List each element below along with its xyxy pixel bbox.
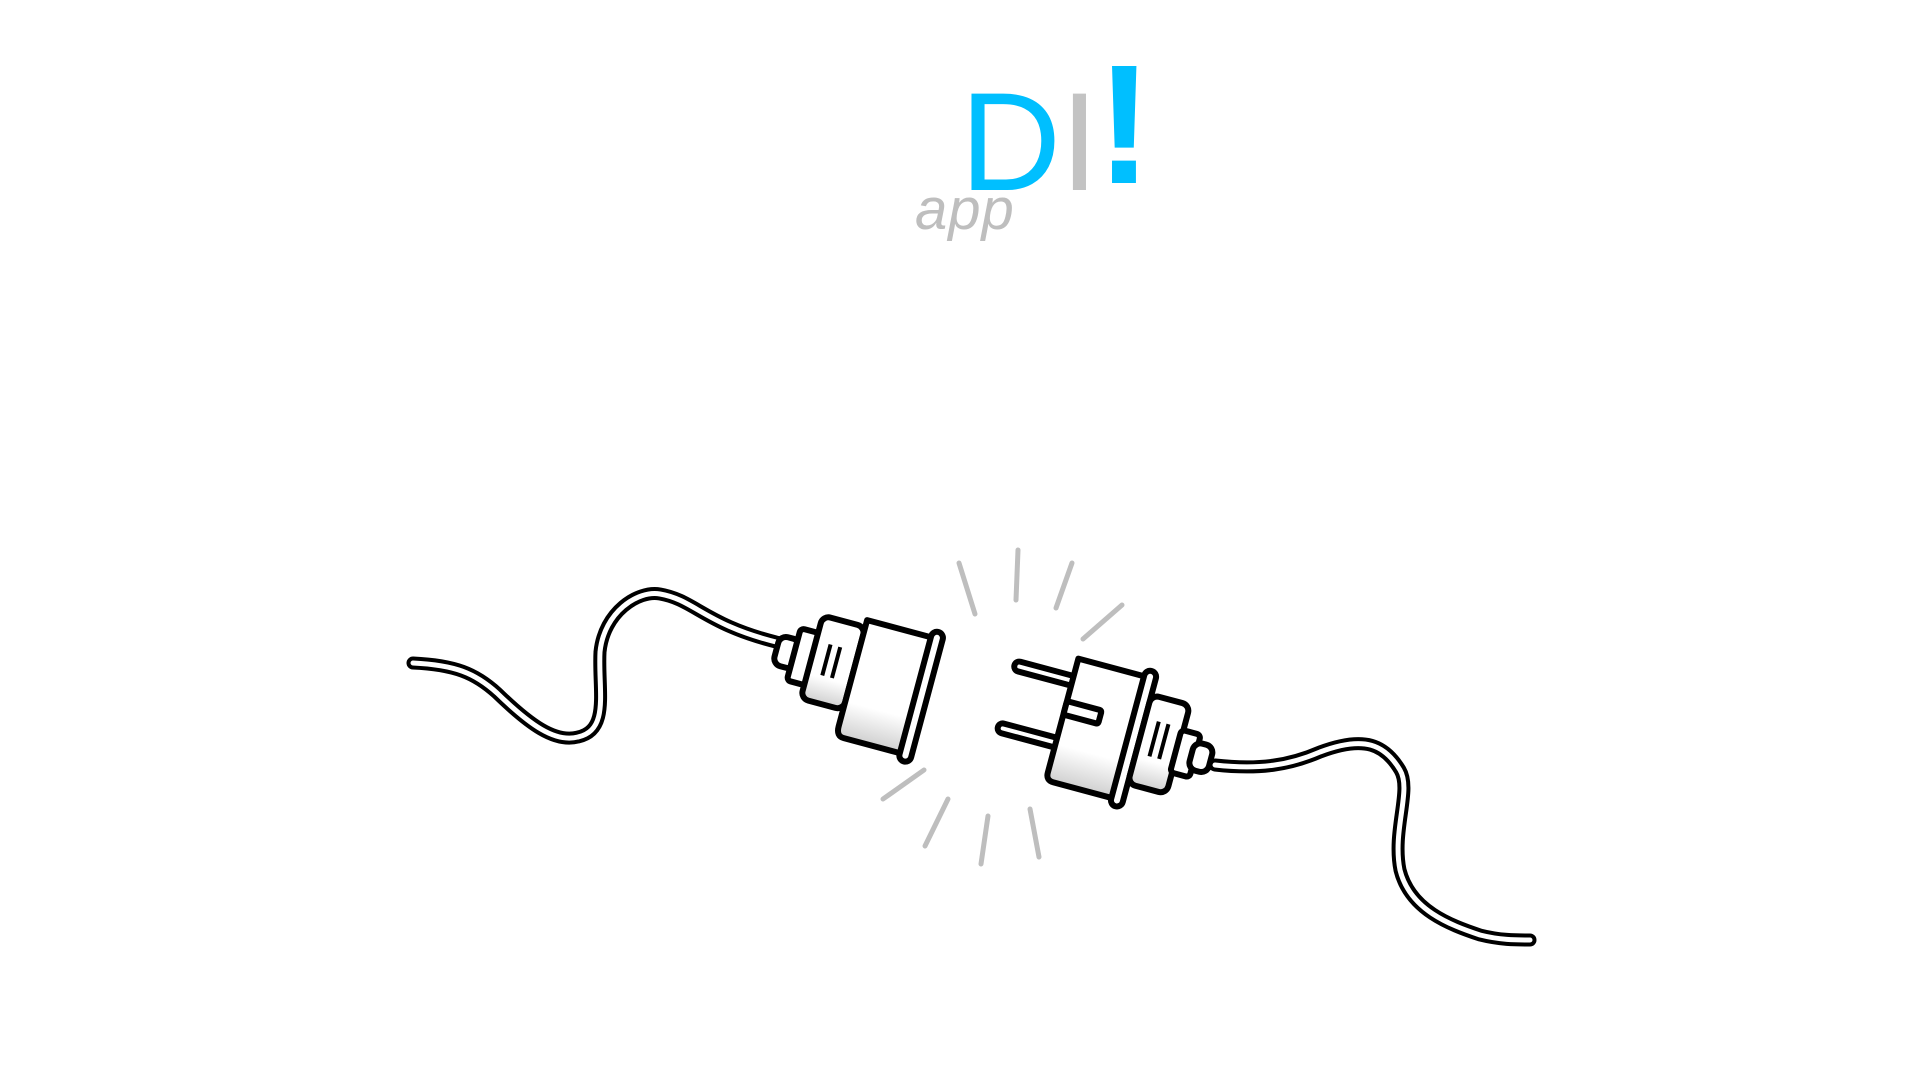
right-connector bbox=[994, 655, 1216, 810]
error-screen: D I ! app bbox=[0, 0, 1920, 1080]
spark-line bbox=[1053, 560, 1075, 611]
spark-line bbox=[880, 767, 927, 802]
spark-line bbox=[922, 796, 951, 849]
right-cable bbox=[1208, 737, 1537, 947]
spark-line bbox=[1013, 547, 1021, 603]
left-connector bbox=[771, 614, 946, 765]
unplugged-cord-illustration bbox=[406, 547, 1537, 947]
spark-line bbox=[956, 560, 978, 617]
spark-line bbox=[978, 813, 991, 867]
spark-line bbox=[1080, 602, 1125, 642]
spark-line bbox=[1027, 806, 1042, 860]
left-cable bbox=[406, 587, 787, 745]
